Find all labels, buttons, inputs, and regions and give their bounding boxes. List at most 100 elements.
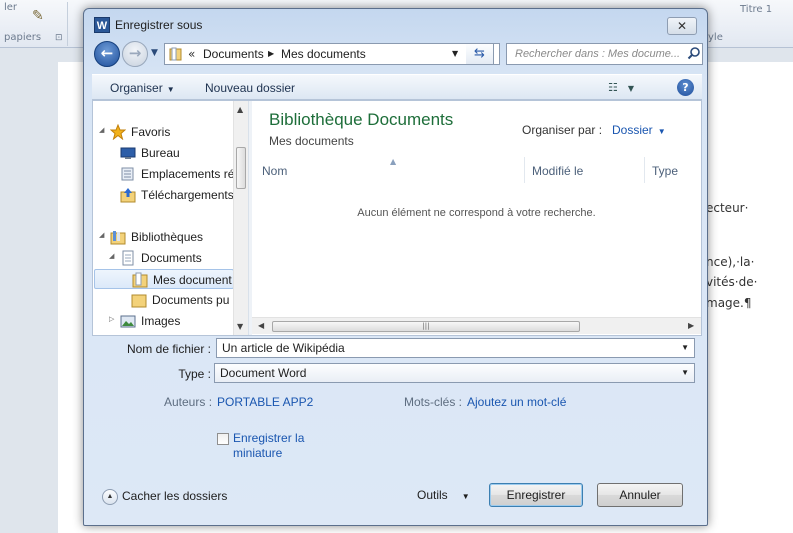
filename-label: Nom de fichier : bbox=[126, 342, 211, 356]
search-placeholder: Rechercher dans : Mes docume... bbox=[515, 48, 681, 60]
tree-item-label: Documents bbox=[141, 251, 202, 265]
authors-value[interactable]: PORTABLE APP2 bbox=[217, 395, 313, 409]
scroll-up-icon[interactable]: ▲ bbox=[237, 105, 243, 114]
document-text-line: nce),·la· bbox=[706, 255, 755, 269]
ribbon-group-label: papiers bbox=[4, 32, 42, 43]
organize-menu-button[interactable]: Organiser ▼ bbox=[110, 81, 175, 95]
group-launcher-icon[interactable]: ⊡ bbox=[55, 33, 63, 43]
dialog-titlebar[interactable]: W Enregistrer sous ✕ bbox=[84, 9, 707, 39]
scrollbar-thumb[interactable] bbox=[236, 147, 246, 189]
ribbon-separator bbox=[67, 2, 68, 46]
tree-item-bibliotheques[interactable]: ◢ Bibliothèques bbox=[97, 227, 237, 247]
folder-icon bbox=[131, 294, 147, 308]
tools-menu-button[interactable]: Outils ▼ bbox=[417, 488, 470, 502]
forward-button[interactable]: → bbox=[122, 41, 148, 67]
tree-item-documents[interactable]: ◢ Documents bbox=[97, 248, 237, 268]
navigation-bar: ← → ▼ « Documents ▶ Mes documents ▼ ⇆ Re… bbox=[92, 40, 704, 68]
recent-locations-dropdown[interactable]: ▼ bbox=[151, 48, 158, 58]
scroll-left-icon[interactable]: ◀ bbox=[258, 321, 264, 330]
expander-icon[interactable]: ◢ bbox=[109, 252, 114, 260]
cancel-button[interactable]: Annuler bbox=[597, 483, 683, 507]
tree-scrollbar[interactable]: ▲ ▼ bbox=[233, 101, 248, 335]
tree-item-documents-publics[interactable]: Documents pu bbox=[97, 290, 237, 310]
folder-icon bbox=[132, 272, 148, 288]
file-list-pane: Bibliothèque Documents Mes documents Org… bbox=[252, 101, 701, 335]
scroll-right-icon[interactable]: ▶ bbox=[688, 321, 694, 330]
organize-label: Organiser bbox=[110, 81, 163, 95]
arrange-by-label: Organiser par : bbox=[522, 123, 603, 137]
tools-label: Outils bbox=[417, 488, 448, 502]
save-thumbnail-checkbox[interactable] bbox=[217, 433, 229, 445]
filename-field[interactable]: Un article de Wikipédia ▼ bbox=[216, 338, 695, 358]
expander-icon[interactable]: ◢ bbox=[99, 231, 104, 239]
tree-item-telechargements[interactable]: Téléchargements bbox=[97, 185, 237, 205]
address-dropdown-icon[interactable]: ▼ bbox=[452, 49, 458, 58]
tree-item-label: Emplacements ré bbox=[141, 167, 235, 181]
dialog-title: Enregistrer sous bbox=[115, 18, 203, 32]
tree-item-images[interactable]: ▷ Images bbox=[97, 311, 237, 331]
column-header-label: Type bbox=[652, 164, 679, 178]
tree-item-label: Mes document bbox=[153, 273, 232, 287]
chevron-down-icon[interactable]: ▼ bbox=[681, 368, 689, 377]
column-header-label: Nom bbox=[262, 164, 288, 178]
document-text-line: ecteur· bbox=[706, 201, 749, 215]
tree-item-favoris[interactable]: ◢ Favoris bbox=[97, 122, 237, 142]
file-list-scrollbar[interactable]: ◀ ||| ▶ bbox=[252, 317, 701, 334]
scrollbar-thumb[interactable]: ||| bbox=[272, 321, 580, 332]
tree-item-mes-documents[interactable]: Mes document bbox=[94, 269, 234, 289]
format-painter-icon[interactable]: ✎ bbox=[32, 8, 44, 24]
expander-icon[interactable]: ▷ bbox=[109, 315, 114, 323]
save-button[interactable]: Enregistrer bbox=[489, 483, 583, 507]
refresh-button[interactable]: ⇆ bbox=[466, 43, 494, 65]
library-icon bbox=[110, 231, 126, 245]
column-header-modified[interactable]: Modifié le bbox=[524, 159, 644, 183]
save-thumbnail-label[interactable]: Enregistrer la miniature bbox=[233, 431, 333, 461]
tree-item-bureau[interactable]: Bureau bbox=[97, 143, 237, 163]
help-button[interactable]: ? bbox=[677, 79, 694, 96]
hide-folders-button[interactable]: ▲ Cacher les dossiers bbox=[102, 489, 227, 505]
address-bar[interactable]: « Documents ▶ Mes documents ▼ bbox=[164, 43, 500, 65]
scroll-down-icon[interactable]: ▼ bbox=[237, 322, 243, 331]
chevron-up-icon: ▲ bbox=[102, 489, 118, 505]
pictures-icon bbox=[120, 315, 136, 328]
column-header-name[interactable]: Nom bbox=[254, 159, 517, 183]
command-toolbar: Organiser ▼ Nouveau dossier ☷ ▼ ? bbox=[92, 74, 702, 100]
breadcrumb-mes-documents[interactable]: Mes documents bbox=[281, 47, 366, 61]
keywords-value[interactable]: Ajoutez un mot-clé bbox=[467, 395, 566, 409]
filename-value: Un article de Wikipédia bbox=[222, 341, 345, 355]
word-app-icon: W bbox=[94, 17, 110, 33]
arrange-by-dropdown[interactable]: Dossier ▼ bbox=[612, 123, 666, 137]
star-icon bbox=[110, 124, 126, 140]
document-text-line: mage.¶ bbox=[706, 296, 752, 310]
ribbon-style-title[interactable]: Titre 1 bbox=[740, 4, 772, 15]
type-label: Type : bbox=[178, 367, 211, 381]
library-subtitle: Mes documents bbox=[269, 134, 354, 148]
browser-pane: ◢ Favoris Bureau Emplacements ré Télécha… bbox=[92, 100, 702, 336]
tree-item-emplacements-recents[interactable]: Emplacements ré bbox=[97, 164, 237, 184]
new-folder-button[interactable]: Nouveau dossier bbox=[205, 81, 295, 95]
search-box[interactable]: Rechercher dans : Mes docume... bbox=[506, 43, 703, 65]
breadcrumb-documents[interactable]: Documents bbox=[203, 47, 264, 61]
back-button[interactable]: ← bbox=[94, 41, 120, 67]
breadcrumb-separator-icon[interactable]: ▶ bbox=[268, 49, 274, 58]
arrange-by-value: Dossier bbox=[612, 123, 653, 137]
type-select[interactable]: Document Word ▼ bbox=[214, 363, 695, 383]
search-icon[interactable] bbox=[687, 46, 701, 60]
tree-item-label: Favoris bbox=[131, 125, 171, 139]
address-overflow-chevron[interactable]: « bbox=[188, 47, 195, 61]
chevron-down-icon: ▼ bbox=[657, 127, 666, 136]
change-view-button[interactable]: ☷ ▼ bbox=[608, 81, 634, 94]
view-details-icon: ☷ bbox=[608, 81, 618, 94]
chevron-down-icon: ▼ bbox=[627, 84, 635, 93]
navigation-tree: ◢ Favoris Bureau Emplacements ré Télécha… bbox=[93, 101, 248, 335]
chevron-down-icon[interactable]: ▼ bbox=[681, 343, 689, 352]
chevron-down-icon: ▼ bbox=[166, 85, 175, 94]
column-header-type[interactable]: Type bbox=[644, 159, 699, 183]
documents-icon bbox=[122, 250, 134, 266]
tree-item-label: Documents pu bbox=[152, 293, 230, 307]
document-text-line: vités·de· bbox=[706, 275, 758, 289]
type-value: Document Word bbox=[220, 366, 307, 380]
close-button[interactable]: ✕ bbox=[667, 17, 697, 35]
library-title: Bibliothèque Documents bbox=[269, 110, 454, 129]
expander-icon[interactable]: ◢ bbox=[99, 126, 104, 134]
